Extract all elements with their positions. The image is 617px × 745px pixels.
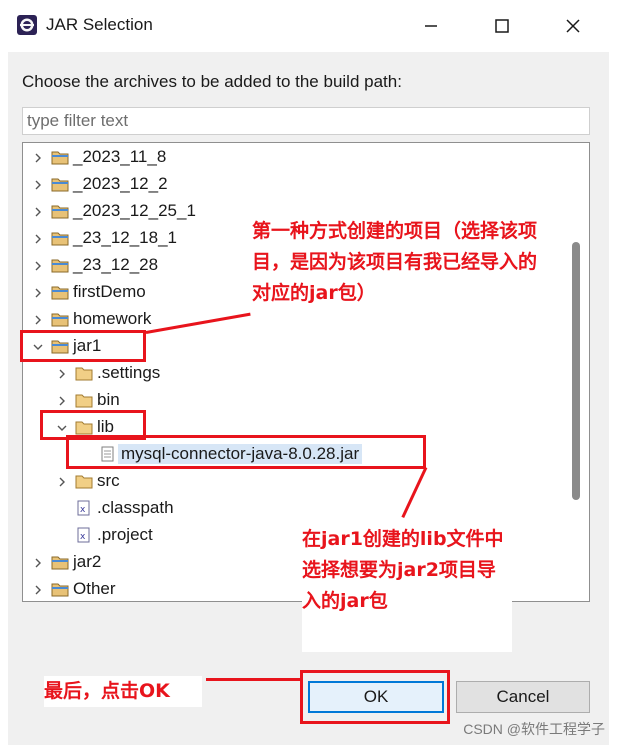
folder-icon	[75, 473, 93, 489]
annotation-box-ok	[300, 670, 450, 724]
project-folder-icon	[51, 257, 69, 273]
tree-item-label: .classpath	[97, 498, 174, 517]
cancel-button[interactable]: Cancel	[456, 681, 590, 713]
annotation-box-jar-file	[66, 435, 426, 469]
tree-item-classpath[interactable]: x .classpath	[23, 496, 571, 522]
project-folder-icon	[51, 230, 69, 246]
chevron-right-icon[interactable]	[31, 231, 45, 245]
chevron-right-icon[interactable]	[55, 474, 69, 488]
tree-item-label: _23_12_18_1	[73, 228, 178, 247]
dialog-prompt: Choose the archives to be added to the b…	[22, 72, 402, 91]
close-icon	[566, 19, 580, 33]
minimize-icon	[425, 25, 437, 27]
tree-item-label: src	[97, 471, 120, 490]
project-folder-icon	[51, 311, 69, 327]
annotation-note-ok: 最后，点击OK	[44, 676, 202, 707]
chevron-right-icon[interactable]	[55, 366, 69, 380]
annotation-note-project: 第一种方式创建的项目（选择该项目，是因为该项目有我已经导入的对应的jar包）	[252, 216, 552, 309]
chevron-right-icon[interactable]	[31, 177, 45, 191]
svg-text:x: x	[80, 532, 86, 542]
tree-item-settings[interactable]: .settings	[23, 361, 571, 387]
project-folder-icon	[51, 149, 69, 165]
tree-item-label: .settings	[97, 363, 161, 382]
folder-icon	[75, 392, 93, 408]
tree-item-label: .project	[97, 525, 153, 544]
svg-text:x: x	[80, 505, 86, 515]
tree-item-src[interactable]: src	[23, 469, 571, 495]
maximize-button[interactable]	[482, 10, 522, 42]
project-folder-icon	[51, 554, 69, 570]
tree-scrollbar[interactable]	[570, 242, 582, 500]
close-button[interactable]	[553, 10, 593, 42]
annotation-arrow-3	[206, 678, 302, 681]
tree-item-label: firstDemo	[73, 282, 146, 301]
scroll-thumb[interactable]	[572, 242, 580, 500]
folder-icon	[75, 365, 93, 381]
filter-input[interactable]	[22, 107, 590, 135]
window-title: JAR Selection	[46, 15, 153, 34]
tree-item-label: homework	[73, 309, 152, 328]
tree-item-2023-11-8[interactable]: _2023_11_8	[23, 145, 571, 171]
chevron-right-icon[interactable]	[31, 150, 45, 164]
project-folder-icon	[51, 581, 69, 597]
tree-item-label: _23_12_28	[73, 255, 159, 274]
project-folder-icon	[51, 284, 69, 300]
annotation-note-lib: 在jar1创建的lib文件中选择想要为jar2项目导入的jar包	[302, 524, 512, 652]
tree-item-2023-12-2[interactable]: _2023_12_2	[23, 172, 571, 198]
tree-item-label: _2023_12_2	[73, 174, 168, 193]
maximize-icon	[495, 19, 509, 33]
project-folder-icon	[51, 176, 69, 192]
chevron-right-icon[interactable]	[31, 555, 45, 569]
chevron-right-icon[interactable]	[55, 393, 69, 407]
tree-item-label: _2023_11_8	[73, 147, 167, 166]
chevron-right-icon[interactable]	[31, 582, 45, 596]
chevron-right-icon[interactable]	[31, 204, 45, 218]
minimize-button[interactable]	[411, 10, 451, 42]
tree-item-label: _2023_12_25_1	[73, 201, 196, 220]
chevron-right-icon[interactable]	[31, 312, 45, 326]
chevron-right-icon[interactable]	[31, 285, 45, 299]
tree-item-label: Other	[73, 579, 116, 598]
project-folder-icon	[51, 203, 69, 219]
xml-file-icon: x	[75, 527, 93, 543]
annotation-box-jar1	[20, 330, 146, 362]
xml-file-icon: x	[75, 500, 93, 516]
title-bar: JAR Selection	[0, 0, 617, 52]
chevron-right-icon[interactable]	[31, 258, 45, 272]
tree-item-label: jar2	[73, 552, 102, 571]
watermark: CSDN @软件工程学子	[463, 721, 605, 737]
tree-item-label: bin	[97, 390, 120, 409]
eclipse-app-icon	[17, 15, 37, 35]
